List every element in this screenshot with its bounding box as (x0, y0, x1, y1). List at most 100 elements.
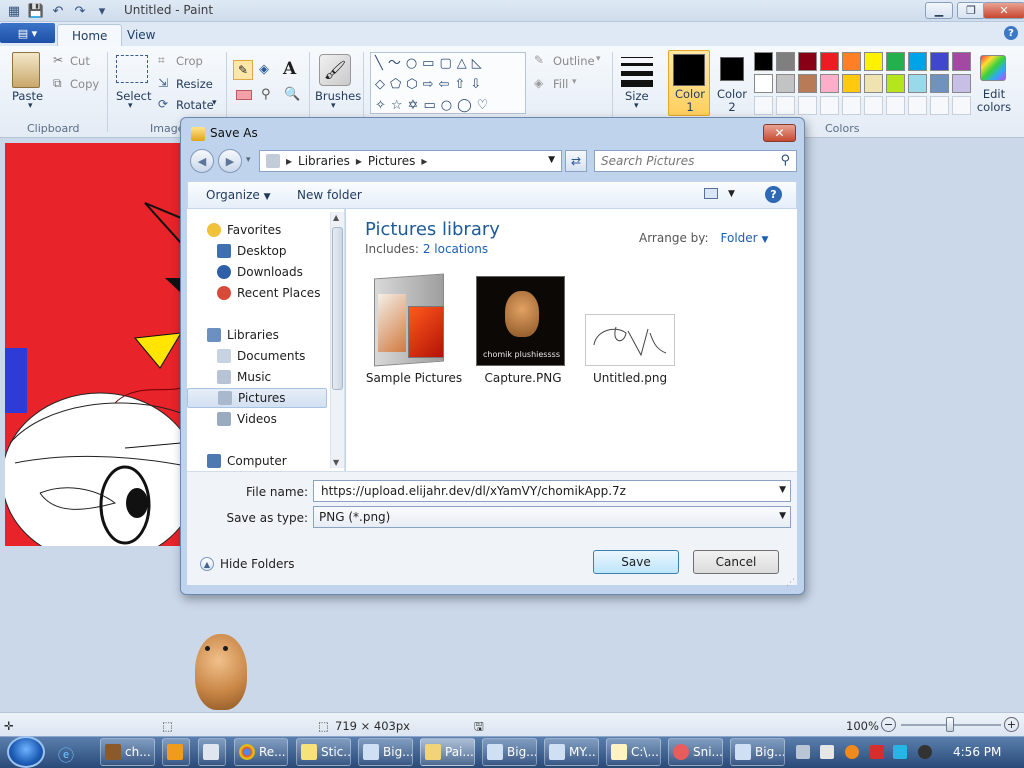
empty-color-swatch[interactable] (952, 96, 971, 115)
outline-button[interactable]: Outline (553, 54, 595, 68)
resize-icon[interactable]: ⇲ (158, 76, 168, 90)
navigation-scroll-thumb[interactable] (332, 227, 343, 390)
taskbar-item[interactable]: Big... (730, 738, 785, 766)
color-swatch[interactable] (952, 52, 971, 71)
brushes-icon[interactable]: 🖌 (319, 54, 351, 86)
color-swatch[interactable] (930, 52, 949, 71)
hide-folders-button[interactable]: ▲ Hide Folders (200, 557, 295, 571)
recent-pages-dropdown-icon[interactable]: ▾ (246, 155, 251, 165)
color-swatch[interactable] (820, 74, 839, 93)
view-options-icon[interactable] (704, 188, 718, 199)
zoom-out-button[interactable]: − (881, 717, 896, 732)
address-bar[interactable]: ▸ Libraries ▸ Pictures ▸ ▼ (259, 150, 562, 172)
select-button[interactable]: Select (116, 89, 151, 103)
minimize-button[interactable]: ▁ (925, 2, 953, 19)
rotate-button[interactable]: Rotate (176, 98, 214, 112)
resize-button[interactable]: Resize (176, 77, 213, 91)
scroll-down-icon[interactable]: ▼ (333, 458, 339, 467)
pencil-icon[interactable]: ✎ (233, 60, 253, 80)
color-swatch[interactable] (908, 74, 927, 93)
view-options-dropdown-icon[interactable]: ▼ (728, 189, 735, 199)
crop-button[interactable]: Crop (176, 54, 203, 68)
save-button[interactable]: Save (593, 550, 679, 574)
taskbar-item-media[interactable] (162, 738, 190, 766)
ie-icon[interactable]: ⓔ (58, 742, 78, 765)
qat-dropdown-icon[interactable]: ▾ (94, 3, 110, 19)
cancel-button[interactable]: Cancel (693, 550, 779, 574)
zoom-in-button[interactable]: + (1004, 717, 1019, 732)
paste-icon[interactable] (12, 52, 40, 88)
search-icon[interactable]: ⚲ (780, 153, 790, 168)
eraser-icon[interactable] (236, 90, 252, 100)
file-name-input[interactable] (319, 483, 769, 499)
copy-icon[interactable]: ⧉ (53, 76, 62, 91)
tab-view[interactable]: View (113, 24, 169, 46)
breadcrumb-pictures[interactable]: Pictures (368, 154, 416, 168)
file-name-field[interactable]: ▼ (313, 480, 791, 502)
empty-color-swatch[interactable] (886, 96, 905, 115)
empty-color-swatch[interactable] (864, 96, 883, 115)
nav-music[interactable]: Music (187, 367, 327, 387)
cut-icon[interactable]: ✂ (53, 53, 63, 67)
taskbar-item[interactable]: C:\... (606, 738, 661, 766)
arrange-dropdown-icon[interactable]: ▼ (761, 235, 768, 245)
forward-button[interactable]: ▶ (218, 149, 242, 173)
taskbar-item[interactable]: Stic... (296, 738, 351, 766)
search-input[interactable] (595, 151, 765, 171)
taskbar-item[interactable]: Big... (358, 738, 413, 766)
color2-label[interactable]: Color 2 (716, 88, 748, 114)
outline-dropdown-icon[interactable]: ▾ (596, 54, 601, 64)
nav-libraries[interactable]: Libraries (187, 325, 327, 345)
edit-colors-icon[interactable] (980, 55, 1006, 81)
fill-button[interactable]: Fill (553, 77, 568, 91)
resize-grip-icon[interactable]: ⋰ (786, 578, 795, 588)
arrange-by-value[interactable]: Folder (721, 231, 758, 245)
color-swatch[interactable] (930, 74, 949, 93)
paint-app-icon[interactable]: ▦ (6, 3, 22, 19)
help-icon[interactable]: ? (1004, 26, 1018, 40)
file-item-sample-pictures[interactable] (370, 273, 450, 367)
back-button[interactable]: ◀ (190, 149, 214, 173)
taskbar-item-calculator[interactable] (198, 738, 226, 766)
empty-color-swatch[interactable] (754, 96, 773, 115)
dialog-close-button[interactable]: ✕ (763, 124, 796, 142)
color-picker-icon[interactable]: ⚲ (261, 87, 271, 102)
zoom-slider-thumb[interactable] (946, 717, 954, 732)
empty-color-swatch[interactable] (820, 96, 839, 115)
taskbar-item[interactable]: ch... (100, 738, 155, 766)
tray-network-icon[interactable] (893, 745, 907, 759)
save-icon[interactable]: 💾 (28, 3, 44, 19)
nav-videos[interactable]: Videos (187, 409, 327, 429)
empty-color-swatch[interactable] (842, 96, 861, 115)
start-button[interactable] (7, 736, 45, 768)
outline-icon[interactable]: ✎ (534, 53, 544, 67)
help-icon[interactable]: ? (765, 186, 782, 203)
brushes-dropdown-icon[interactable]: ▾ (331, 101, 336, 111)
rotate-icon[interactable]: ⟳ (158, 97, 168, 111)
copy-button[interactable]: Copy (70, 77, 99, 91)
fill-icon[interactable]: ◈ (534, 76, 543, 90)
empty-color-swatch[interactable] (776, 96, 795, 115)
rotate-dropdown-icon[interactable]: ▾ (212, 98, 217, 108)
save-as-type-select[interactable]: PNG (*.png) ▼ (313, 506, 791, 528)
tray-search-icon[interactable] (845, 745, 859, 759)
color-swatch[interactable] (886, 52, 905, 71)
nav-favorites[interactable]: Favorites (187, 220, 327, 240)
color-swatch[interactable] (886, 74, 905, 93)
color-swatch[interactable] (842, 74, 861, 93)
size-dropdown-icon[interactable]: ▾ (634, 101, 639, 111)
nav-recent-places[interactable]: Recent Places (187, 283, 327, 303)
file-name-dropdown-icon[interactable]: ▼ (779, 485, 786, 495)
file-item-capture-png[interactable]: chomik plushiessss (476, 276, 565, 366)
color-swatch[interactable] (754, 74, 773, 93)
color2-swatch[interactable] (720, 57, 744, 81)
color-swatch[interactable] (952, 74, 971, 93)
magnifier-icon[interactable]: 🔍 (284, 87, 300, 102)
nav-downloads[interactable]: Downloads (187, 262, 327, 282)
drawing-canvas[interactable] (5, 143, 181, 546)
taskbar-item-paint[interactable]: Pai... (420, 738, 475, 766)
taskbar-item[interactable]: Re... (234, 738, 288, 766)
nav-computer[interactable]: Computer (187, 451, 327, 471)
nav-pictures[interactable]: Pictures (187, 388, 327, 408)
scroll-up-icon[interactable]: ▲ (333, 213, 339, 222)
